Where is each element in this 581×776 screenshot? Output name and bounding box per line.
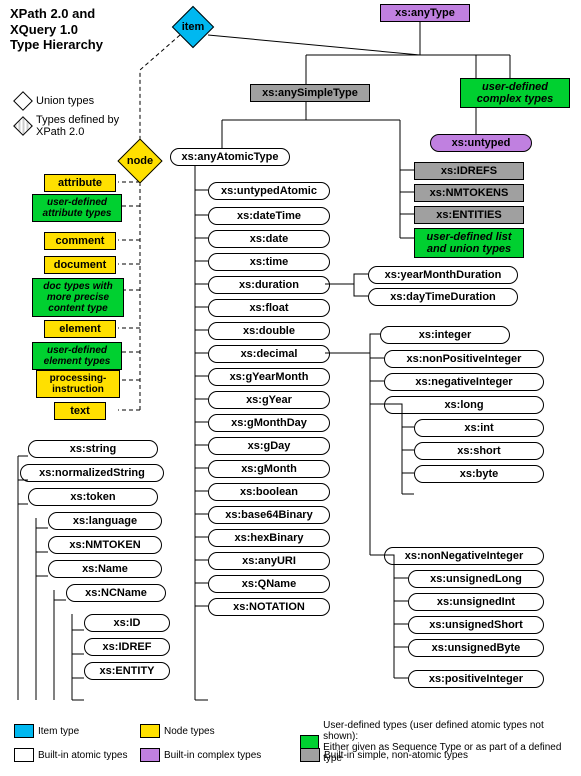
short: xs:short [414,442,544,460]
int: xs:int [414,419,544,437]
negativeInteger: xs:negativeInteger [384,373,544,391]
gYear: xs:gYear [208,391,330,409]
node-comment: comment [44,232,116,250]
anyURI: xs:anyURI [208,552,330,570]
anyAtomicType: xs:anyAtomicType [170,148,290,166]
gMonth: xs:gMonth [208,460,330,478]
legend-union: Union types [12,94,94,108]
untyped: xs:untyped [430,134,532,152]
NOTATION: xs:NOTATION [208,598,330,616]
float: xs:float [208,299,330,317]
decimal: xs:decimal [208,345,330,363]
unsignedInt: xs:unsignedInt [408,593,544,611]
idrefs: xs:IDREFS [414,162,524,180]
anySimpleType: xs:anySimpleType [250,84,370,102]
QName: xs:QName [208,575,330,593]
ENTITY: xs:ENTITY [84,662,170,680]
entities: xs:ENTITIES [414,206,524,224]
user-complex: user-defined complex types [460,78,570,108]
nmtokens: xs:NMTOKENS [414,184,524,202]
node-element: element [44,320,116,338]
node-attribute: attribute [44,174,116,192]
legend-simple: Built-in simple, non-atomic types [300,748,468,762]
legend-xpath: Types defined by XPath 2.0 [12,114,132,138]
node-text: text [54,402,106,420]
unsignedShort: xs:unsignedShort [408,616,544,634]
title: XPath 2.0 andXQuery 1.0Type Hierarchy [10,6,103,53]
double: xs:double [208,322,330,340]
legend-complex: Built-in complex types [140,748,261,762]
anyType: xs:anyType [380,4,470,22]
unsignedByte: xs:unsignedByte [408,639,544,657]
nonPositiveInteger: xs:nonPositiveInteger [384,350,544,368]
node-proc-instr: processing-instruction [36,370,120,398]
duration: xs:duration [208,276,330,294]
positiveInteger: xs:positiveInteger [408,670,544,688]
node-doc-precise: doc types with more precise content type [32,278,124,317]
node-user-attr: user-defined attribute types [32,194,122,222]
untypedAtomic: xs:untypedAtomic [208,182,330,200]
unsignedLong: xs:unsignedLong [408,570,544,588]
gMonthDay: xs:gMonthDay [208,414,330,432]
gYearMonth: xs:gYearMonth [208,368,330,386]
nonNegativeInteger: xs:nonNegativeInteger [384,547,544,565]
dateTime: xs:dateTime [208,207,330,225]
boolean: xs:boolean [208,483,330,501]
string: xs:string [28,440,158,458]
legend-node: Node types [140,724,215,738]
dayTimeDuration: xs:dayTimeDuration [368,288,518,306]
IDREF: xs:IDREF [84,638,170,656]
time: xs:time [208,253,330,271]
byte: xs:byte [414,465,544,483]
legend-item: Item type [14,724,79,738]
user-list-union: user-defined list and union types [414,228,524,258]
normalizedString: xs:normalizedString [20,464,164,482]
base64Binary: xs:base64Binary [208,506,330,524]
date: xs:date [208,230,330,248]
gDay: xs:gDay [208,437,330,455]
ID: xs:ID [84,614,170,632]
node-document: document [44,256,116,274]
Name: xs:Name [48,560,162,578]
node-user-elem: user-defined element types [32,342,122,370]
yearMonthDuration: xs:yearMonthDuration [368,266,518,284]
integer: xs:integer [380,326,510,344]
long: xs:long [384,396,544,414]
hexBinary: xs:hexBinary [208,529,330,547]
legend-atom: Built-in atomic types [14,748,127,762]
token: xs:token [28,488,158,506]
NMTOKEN: xs:NMTOKEN [48,536,162,554]
language: xs:language [48,512,162,530]
NCName: xs:NCName [66,584,166,602]
